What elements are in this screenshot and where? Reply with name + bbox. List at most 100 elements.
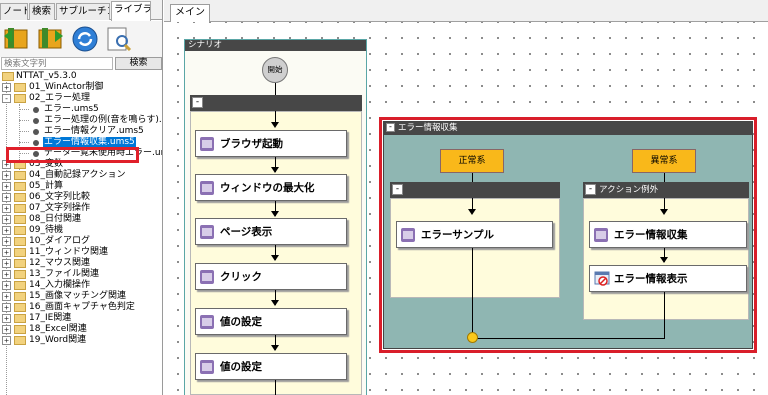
folder-icon [14,303,26,312]
tree-folder[interactable]: + 17_IE関連 [0,313,162,324]
action-error-sample[interactable]: エラーサンプル [396,221,553,248]
action-error-info-display[interactable]: エラー情報表示 [589,265,747,292]
tree-folder[interactable]: + 13_ファイル関連 [0,269,162,280]
expand-icon[interactable]: + [2,171,11,180]
expand-icon[interactable]: + [2,182,11,191]
expand-icon[interactable]: + [2,226,11,235]
folder-icon [14,215,26,224]
file-icon [33,129,39,135]
tree-folder[interactable]: + 14_入力欄操作 [0,280,162,291]
expand-icon[interactable]: + [2,292,11,301]
tree-folder[interactable]: + 09_待機 [0,225,162,236]
library-panel: ノード 検索 サブルーチン ライブラリ [0,0,163,395]
expand-icon[interactable]: + [2,259,11,268]
group-end-node [467,332,478,343]
folder-icon [14,270,26,279]
collapse-icon[interactable]: - [2,94,11,103]
file-icon [33,140,39,146]
dialog-icon [594,271,610,287]
folder-icon [14,226,26,235]
tab-search[interactable]: 検索 [29,3,55,20]
library-export-icon[interactable] [2,24,32,54]
tree-folder[interactable]: + 01_WinActor制御 [0,82,162,93]
tree-folder[interactable]: + 18_Excel関連 [0,324,162,335]
search-library-icon[interactable] [104,24,134,54]
expand-icon[interactable]: + [2,270,11,279]
tree-folder[interactable]: + 07_文字列操作 [0,203,162,214]
folder-icon [14,292,26,301]
expand-icon[interactable]: + [2,281,11,290]
tree-folder[interactable]: + 08_日付関連 [0,214,162,225]
tree-folder[interactable]: + 05_計算 [0,181,162,192]
scenario-group-header[interactable]: - [190,95,362,111]
collapse-icon[interactable]: - [392,184,403,195]
expand-icon[interactable]: + [2,237,11,246]
tree-folder[interactable]: + 10_ダイアログ [0,236,162,247]
exception-group-header[interactable]: - アクション例外 [583,182,749,198]
action-page-display[interactable]: ページ表示 [195,218,347,245]
action-click[interactable]: クリック [195,263,347,290]
action-node-icon [200,225,214,239]
action-node-icon [200,270,214,284]
expand-icon[interactable]: + [2,83,11,92]
expand-icon[interactable]: + [2,336,11,345]
folder-icon [14,204,26,213]
folder-icon [2,72,14,81]
normal-group-header[interactable]: - [390,182,560,198]
panel-tabs: ノード 検索 サブルーチン ライブラリ [0,0,162,21]
error-info-group[interactable]: - エラー情報収集 正常系 異常系 - エラーサンプル - アクション例外 エラ… [383,121,753,349]
tree-folder[interactable]: + 16_画面キャプチャ色判定 [0,302,162,313]
library-tree: NTTAT_v5.3.0 + 01_WinActor制御 - 02_エラー処理 … [0,71,162,395]
tree-folder[interactable]: + 11_ウィンドウ関連 [0,247,162,258]
search-button[interactable]: 検索 [115,57,162,70]
tree-file[interactable]: エラー処理の例(音を鳴らす).u [0,115,162,126]
scenario-title: シナリオ [185,40,366,51]
action-error-info-collect[interactable]: エラー情報収集 [589,221,747,248]
folder-icon [14,171,26,180]
tree-folder[interactable]: + 12_マウス関連 [0,258,162,269]
action-maximize-window[interactable]: ウィンドウの最大化 [195,174,347,201]
folder-open-icon [14,94,26,103]
file-icon [33,107,39,113]
expand-icon[interactable]: + [2,248,11,257]
collapse-icon[interactable]: - [192,97,203,108]
tree-root[interactable]: NTTAT_v5.3.0 [0,71,162,82]
normal-branch-label[interactable]: 正常系 [440,149,504,173]
tab-library[interactable]: ライブラリ [111,1,151,21]
action-set-value[interactable]: 値の設定 [195,308,347,335]
search-input[interactable] [1,57,113,70]
action-node-icon [200,360,214,374]
start-node[interactable]: 開始 [262,57,288,83]
tree-folder[interactable]: + 06_文字列比較 [0,192,162,203]
folder-icon [14,325,26,334]
folder-icon [14,248,26,257]
collapse-icon[interactable]: - [386,123,395,132]
expand-icon[interactable]: + [2,215,11,224]
action-set-value[interactable]: 値の設定 [195,353,347,380]
abnormal-branch-label[interactable]: 異常系 [632,149,696,173]
library-import-icon[interactable] [36,24,66,54]
tree-folder-open[interactable]: - 02_エラー処理 [0,93,162,104]
expand-icon[interactable]: + [2,204,11,213]
action-node-icon [200,181,214,195]
action-browser-launch[interactable]: ブラウザ起動 [195,130,347,157]
flowchart-canvas[interactable]: シナリオ 開始 - ブラウザ起動 ウィンドウの最大化 ページ表示 クリック 値の… [164,22,768,395]
tab-main[interactable]: メイン [170,4,210,22]
expand-icon[interactable]: + [2,303,11,312]
tree-folder[interactable]: + 04_自動記録アクション [0,170,162,181]
action-node-icon [401,228,415,242]
selection-highlight [6,147,139,163]
tab-node[interactable]: ノード [0,3,28,20]
folder-icon [14,83,26,92]
collapse-icon[interactable]: - [585,184,596,195]
tree-file[interactable]: エラー情報クリア.ums5 [0,126,162,137]
expand-icon[interactable]: + [2,314,11,323]
tree-file[interactable]: エラー.ums5 [0,104,162,115]
folder-icon [14,281,26,290]
expand-icon[interactable]: + [2,193,11,202]
tab-subroutine[interactable]: サブルーチン [56,3,110,20]
tree-folder[interactable]: + 19_Word関連 [0,335,162,346]
refresh-icon[interactable] [70,24,100,54]
expand-icon[interactable]: + [2,325,11,334]
tree-folder[interactable]: + 15_画像マッチング関連 [0,291,162,302]
